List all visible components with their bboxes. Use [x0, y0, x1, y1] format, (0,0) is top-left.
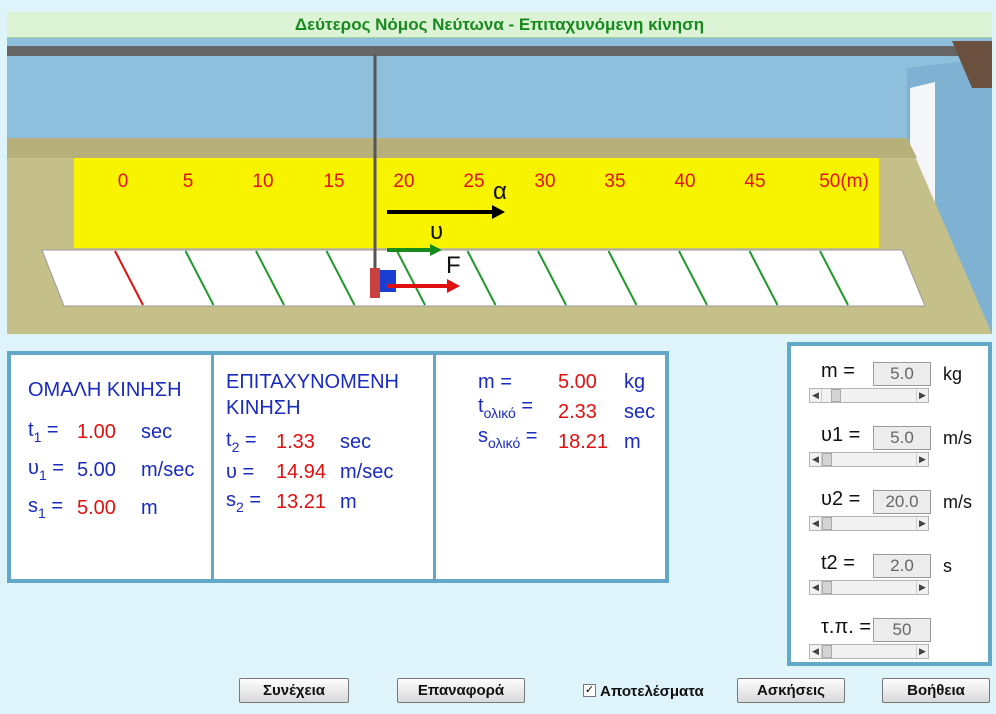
t-total-label: tολικό =	[478, 395, 534, 421]
s2-unit: m	[340, 491, 357, 513]
ruler-tick-label: 30	[534, 171, 556, 192]
control-unit: s	[943, 556, 952, 576]
app-title: Δεύτερος Νόμος Νεύτωνα - Επιταχυνόμενη κ…	[7, 12, 992, 38]
slider-thumb[interactable]	[822, 453, 832, 466]
floor-shade	[7, 138, 917, 158]
ruler-tick-label: 45	[744, 171, 766, 192]
slider-right-arrow-icon[interactable]: ▶	[916, 645, 928, 658]
control-label: t2 =	[821, 552, 855, 574]
s-total-label: sολικό =	[478, 425, 538, 451]
t2-label: t2 =	[226, 429, 257, 455]
t-total-value: 2.33	[558, 401, 597, 423]
accel-label: α	[493, 178, 507, 205]
t1-value: 1.00	[77, 421, 116, 443]
ruler-tick-label: 50(m)	[819, 171, 869, 192]
exercises-button[interactable]: Ασκήσεις	[737, 678, 845, 703]
slider-left-arrow-icon[interactable]: ◀	[810, 581, 822, 594]
control-label: m =	[821, 360, 855, 382]
u-unit: m/sec	[340, 461, 394, 483]
slider-left-arrow-icon[interactable]: ◀	[810, 453, 822, 466]
uniform-heading: ΟΜΑΛΗ ΚΙΝΗΣΗ	[28, 379, 182, 401]
control-slider[interactable]: ◀ ▶	[809, 452, 929, 467]
simulation-scene: 0 5 10 15 20 25 30 35 40 45 50(m) α υ F	[7, 38, 992, 334]
t2-value: 1.33	[276, 431, 315, 453]
control-label: υ1 =	[821, 424, 861, 446]
ruler-tick-label: 20	[393, 171, 415, 192]
ceiling-beam	[7, 46, 967, 56]
parameter-controls: m = 5.0 kg ◀ ▶ υ1 = 5.0 m/s ◀ ▶ υ2 = 20.0 m/s ◀ ▶ t2 = 2…	[787, 342, 992, 666]
ruler-tick-label: 35	[604, 171, 626, 192]
u-value: 14.94	[276, 461, 327, 483]
u-label: υ =	[226, 461, 255, 483]
t-total-unit: sec	[624, 401, 656, 423]
s-total-value: 18.21	[558, 431, 609, 453]
track	[41, 249, 926, 307]
ruler-tick-label: 5	[182, 171, 194, 192]
ruler-tick-label: 25	[463, 171, 485, 192]
control-slider[interactable]: ◀ ▶	[809, 388, 929, 403]
results-panel: ΟΜΑΛΗ ΚΙΝΗΣΗ t1 = 1.00 sec υ1 = 5.00 m/s…	[7, 351, 669, 583]
continue-button[interactable]: Συνέχεια	[239, 678, 349, 703]
uniform-motion-column: ΟΜΑΛΗ ΚΙΝΗΣΗ t1 = 1.00 sec υ1 = 5.00 m/s…	[11, 355, 211, 579]
velocity-label: υ	[430, 218, 444, 245]
control-value-field[interactable]: 2.0	[873, 554, 931, 578]
t1-label: t1 =	[28, 419, 59, 445]
s1-label: s1 =	[28, 495, 64, 521]
slider-left-arrow-icon[interactable]: ◀	[810, 389, 822, 402]
control-value-field[interactable]: 5.0	[873, 362, 931, 386]
mass-unit: kg	[624, 371, 646, 393]
u1-unit: m/sec	[141, 459, 195, 481]
s1-unit: m	[141, 497, 158, 519]
slider-thumb[interactable]	[822, 517, 832, 530]
control-value-field[interactable]: 5.0	[873, 426, 931, 450]
results-checkbox[interactable]: ✓	[583, 684, 596, 697]
u1-value: 5.00	[77, 459, 116, 481]
control-slider[interactable]: ◀ ▶	[809, 516, 929, 531]
t1-unit: sec	[141, 421, 173, 443]
slider-left-arrow-icon[interactable]: ◀	[810, 645, 822, 658]
control-value-field[interactable]: 20.0	[873, 490, 931, 514]
force-label: F	[446, 252, 461, 279]
slider-left-arrow-icon[interactable]: ◀	[810, 517, 822, 530]
slider-right-arrow-icon[interactable]: ▶	[916, 581, 928, 594]
control-value-field[interactable]: 50	[873, 618, 931, 642]
accel-heading-2: ΚΙΝΗΣΗ	[226, 397, 301, 419]
reset-button[interactable]: Επαναφορά	[397, 678, 525, 703]
slider-thumb[interactable]	[822, 581, 832, 594]
slider-right-arrow-icon[interactable]: ▶	[916, 453, 928, 466]
u1-label: υ1 =	[28, 457, 64, 483]
s2-value: 13.21	[276, 491, 327, 513]
ruler-tick-label: 10	[252, 171, 274, 192]
control-label: τ.π. =	[821, 616, 872, 638]
s-total-unit: m	[624, 431, 641, 453]
control-slider[interactable]: ◀ ▶	[809, 580, 929, 595]
ruler-tick-label: 40	[674, 171, 696, 192]
mass-value: 5.00	[558, 371, 597, 393]
s1-value: 5.00	[77, 497, 116, 519]
accel-motion-column: ΕΠΙΤΑΧΥΝΟΜΕΝΗ ΚΙΝΗΣΗ t2 = 1.33 sec υ = 1…	[211, 355, 433, 579]
help-button[interactable]: Βοήθεια	[882, 678, 990, 703]
slider-thumb[interactable]	[822, 645, 832, 658]
slider-right-arrow-icon[interactable]: ▶	[916, 389, 928, 402]
control-slider[interactable]: ◀ ▶	[809, 644, 929, 659]
control-label: υ2 =	[821, 488, 861, 510]
t2-unit: sec	[340, 431, 372, 453]
mass-label: m =	[478, 371, 512, 393]
slider-right-arrow-icon[interactable]: ▶	[916, 517, 928, 530]
slider-thumb[interactable]	[830, 389, 841, 402]
control-unit: m/s	[943, 492, 972, 512]
cart-block	[380, 270, 396, 292]
ruler-tick-label: 15	[323, 171, 345, 192]
accel-heading-1: ΕΠΙΤΑΧΥΝΟΜΕΝΗ	[226, 371, 399, 393]
ruler-tick-label: 0	[117, 171, 129, 192]
control-unit: m/s	[943, 428, 972, 448]
totals-column: m = 5.00 kg tολικό = 2.33 sec sολικό = 1…	[433, 355, 665, 579]
results-checkbox-label[interactable]: Αποτελέσματα	[600, 683, 704, 700]
cart-body	[370, 268, 380, 298]
control-unit: kg	[943, 364, 963, 384]
s2-label: s2 =	[226, 489, 262, 515]
